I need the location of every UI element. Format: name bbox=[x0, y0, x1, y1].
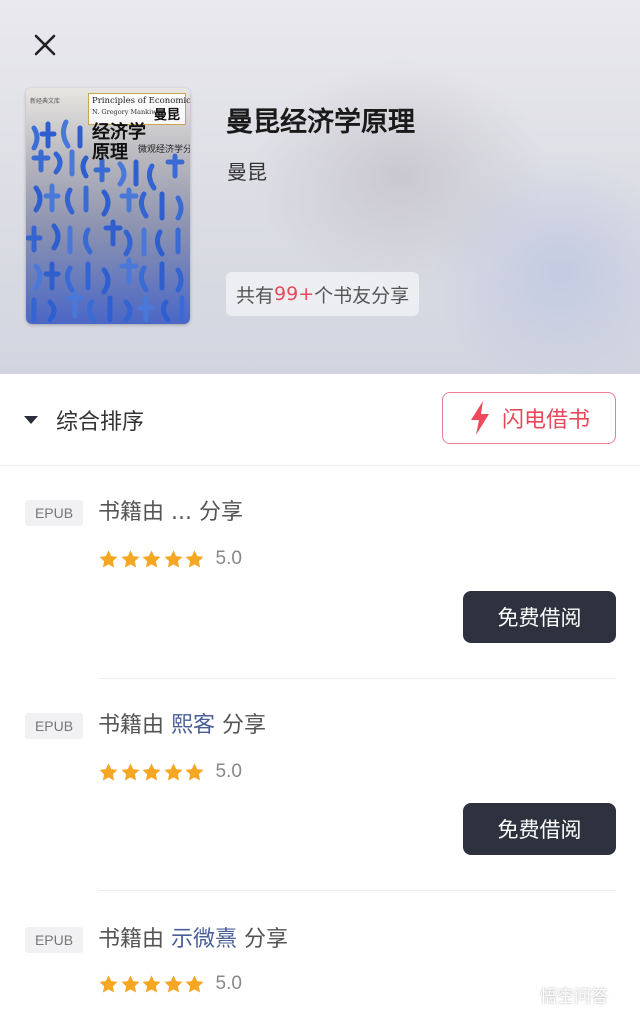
close-button[interactable] bbox=[22, 22, 68, 68]
format-badge: EPUB bbox=[25, 927, 83, 953]
book-cover[interactable]: 新经典文库 Principles of Economics N. Gregory… bbox=[26, 88, 190, 324]
divider bbox=[98, 890, 616, 891]
book-title: 曼昆经济学原理 bbox=[226, 107, 415, 138]
star-icon bbox=[185, 549, 204, 567]
star-rating: 5.0 bbox=[98, 973, 242, 995]
sharer-name[interactable]: 示微熹 bbox=[171, 927, 237, 952]
book-detail-page: 新经典文库 Principles of Economics N. Gregory… bbox=[0, 0, 640, 1014]
star-icon bbox=[142, 974, 161, 992]
share-count-badge[interactable]: 共有 99+ 个书友分享 bbox=[226, 272, 420, 316]
share-count-number: 99+ bbox=[274, 283, 315, 305]
share-line: 书籍由 熙客 分享 bbox=[98, 707, 266, 739]
share-line: 书籍由 ... 分享 bbox=[98, 494, 243, 526]
star-icon bbox=[163, 974, 183, 992]
lightning-icon bbox=[470, 401, 489, 435]
star-icon bbox=[185, 762, 204, 780]
share-suffix: 分享 bbox=[199, 500, 244, 525]
cover-title-line2: 原理 bbox=[92, 142, 128, 163]
sort-label: 综合排序 bbox=[56, 410, 145, 435]
cover-publisher-logo: 新经典文库 bbox=[30, 98, 61, 105]
share-prefix: 书籍由 bbox=[98, 500, 165, 525]
watermark-text: 悟空问答 bbox=[540, 986, 608, 1007]
rating-value: 5.0 bbox=[215, 548, 242, 569]
sort-dropdown[interactable]: 综合排序 bbox=[24, 402, 144, 438]
book-author[interactable]: 曼昆 bbox=[227, 156, 267, 185]
star-icon bbox=[120, 974, 140, 992]
share-prefix: 书籍由 bbox=[98, 713, 165, 738]
share-line: 书籍由 示微熹 分享 bbox=[98, 921, 288, 953]
flash-borrow-label: 闪电借书 bbox=[501, 408, 590, 433]
cover-chinese-author: 曼昆 bbox=[154, 108, 181, 123]
star-icon bbox=[120, 549, 140, 567]
share-count-prefix: 共有 bbox=[236, 284, 275, 307]
cover-english-author: N. Gregory Mankiw bbox=[92, 108, 157, 116]
close-icon bbox=[34, 34, 56, 56]
rating-value: 5.0 bbox=[215, 973, 242, 994]
star-icon bbox=[120, 762, 140, 780]
watermark: 悟空问答 bbox=[512, 980, 608, 1008]
sharer-name[interactable]: ... bbox=[171, 500, 192, 525]
star-icon bbox=[142, 762, 161, 780]
share-prefix: 书籍由 bbox=[98, 927, 165, 952]
divider bbox=[98, 678, 616, 679]
sort-bar: 综合排序 闪电借书 bbox=[0, 374, 640, 466]
format-badge: EPUB bbox=[25, 713, 83, 739]
star-icon bbox=[99, 762, 118, 780]
share-suffix: 分享 bbox=[244, 927, 289, 952]
star-icon bbox=[163, 549, 183, 567]
star-icon bbox=[163, 762, 183, 780]
star-rating: 5.0 bbox=[98, 761, 242, 783]
share-count-suffix: 个书友分享 bbox=[314, 284, 410, 307]
cover-subtitle: 微观经济学分册 bbox=[138, 145, 190, 155]
free-borrow-button[interactable]: 免费借阅 bbox=[463, 591, 616, 643]
star-rating: 5.0 bbox=[98, 548, 242, 570]
star-icon bbox=[142, 549, 161, 567]
flash-borrow-button[interactable]: 闪电借书 bbox=[442, 392, 616, 444]
star-icon bbox=[99, 549, 118, 567]
caret-down-icon bbox=[24, 416, 38, 424]
share-suffix: 分享 bbox=[222, 713, 267, 738]
star-icon bbox=[185, 974, 204, 992]
rating-value: 5.0 bbox=[215, 761, 242, 782]
chat-bubble-icon bbox=[514, 984, 534, 1004]
free-borrow-button[interactable]: 免费借阅 bbox=[463, 803, 616, 855]
format-badge: EPUB bbox=[25, 500, 83, 526]
star-icon bbox=[99, 974, 118, 992]
sharer-name[interactable]: 熙客 bbox=[171, 713, 215, 738]
book-header: 新经典文库 Principles of Economics N. Gregory… bbox=[0, 0, 640, 374]
